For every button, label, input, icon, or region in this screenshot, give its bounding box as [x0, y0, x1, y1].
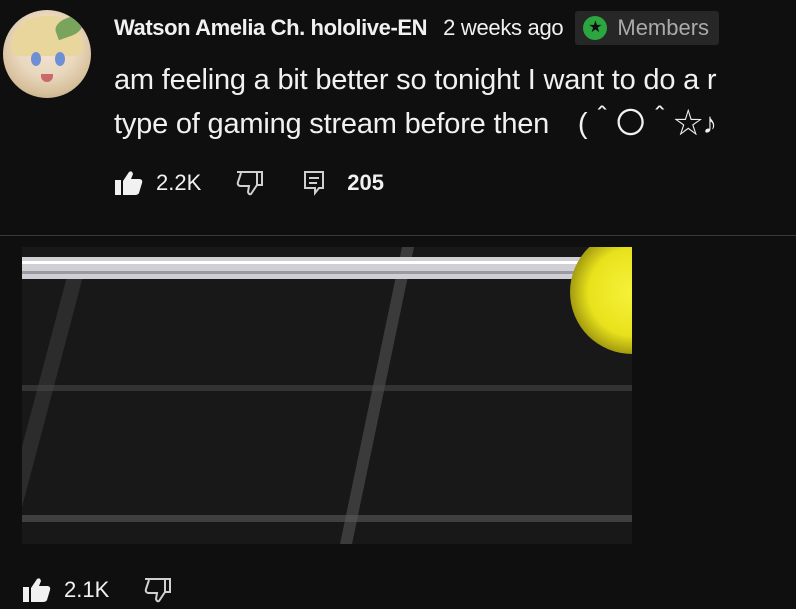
- like-count: 2.1K: [64, 577, 110, 602]
- members-badge-label: Members: [617, 15, 710, 40]
- post-timestamp[interactable]: 2 weeks ago: [443, 15, 564, 41]
- star-icon: ★: [583, 16, 608, 40]
- dislike-icon[interactable]: [143, 577, 173, 603]
- dislike-icon[interactable]: [235, 170, 265, 196]
- post-image[interactable]: [22, 247, 632, 544]
- like-icon[interactable]: [114, 170, 144, 196]
- comment-icon[interactable]: [303, 170, 327, 196]
- author-name[interactable]: Watson Amelia Ch. hololive-EN: [114, 15, 428, 41]
- like-count: 2.2K: [156, 170, 202, 195]
- members-badge: ★ Members: [575, 11, 720, 45]
- post-text-line-2: type of gaming stream before then (＾〇＾☆♪: [114, 108, 717, 140]
- author-avatar[interactable]: [3, 10, 91, 98]
- like-icon[interactable]: [22, 577, 52, 603]
- community-post: Watson Amelia Ch. hololive-EN 2 weeks ag…: [0, 0, 796, 235]
- post-divider: [0, 235, 796, 236]
- post-text-line-1: am feeling a bit better so tonight I wan…: [114, 64, 717, 96]
- post-actions: 2.2K 205: [114, 165, 384, 201]
- reply-count[interactable]: 205: [347, 170, 384, 196]
- next-post-actions: 2.1K: [22, 572, 173, 608]
- post-text: am feeling a bit better so tonight I wan…: [114, 58, 796, 146]
- post-header: Watson Amelia Ch. hololive-EN 2 weeks ag…: [114, 11, 720, 45]
